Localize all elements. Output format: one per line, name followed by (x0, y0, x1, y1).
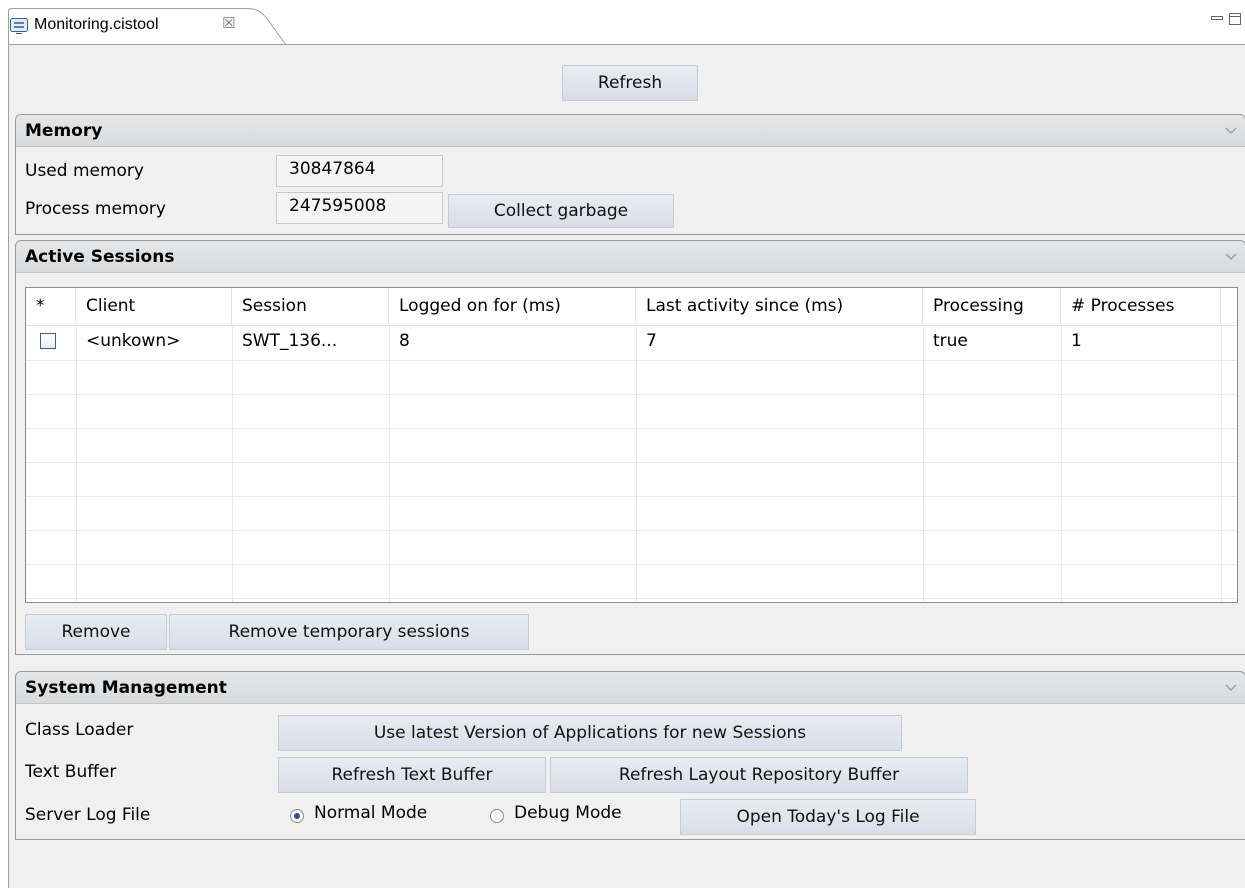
cell-session: SWT_136... (242, 331, 338, 351)
process-memory-label: Process memory (25, 199, 166, 219)
normal-mode-radio[interactable] (290, 809, 304, 823)
use-latest-version-button[interactable]: Use latest Version of Applications for n… (278, 715, 902, 751)
memory-section: Memory Used memory 30847864 Process memo… (15, 114, 1245, 235)
cell-last-activity: 7 (646, 331, 657, 351)
system-section-header[interactable]: System Management (16, 672, 1245, 704)
remove-temporary-sessions-button[interactable]: Remove temporary sessions (169, 614, 529, 650)
used-memory-label: Used memory (25, 161, 144, 181)
section-title: Memory (25, 121, 103, 141)
used-memory-value: 30847864 (276, 155, 443, 187)
column-header-last-activity[interactable]: Last activity since (ms) (636, 288, 923, 326)
process-memory-value: 247595008 (276, 192, 443, 224)
section-title: System Management (25, 678, 227, 698)
memory-section-header[interactable]: Memory (16, 115, 1245, 147)
close-icon[interactable]: ☒ (222, 14, 235, 32)
text-buffer-label: Text Buffer (25, 762, 117, 782)
normal-mode-label[interactable]: Normal Mode (314, 803, 427, 823)
table-header: * Client Session Logged on for (ms) Last… (26, 288, 1237, 326)
debug-mode-radio[interactable] (490, 809, 504, 823)
column-header-processes[interactable]: # Processes (1061, 288, 1221, 326)
column-header-session[interactable]: Session (232, 288, 389, 326)
section-title: Active Sessions (25, 247, 175, 267)
cell-client: <unkown> (86, 331, 181, 351)
collapse-twisty-icon[interactable] (1225, 253, 1237, 261)
class-loader-label: Class Loader (25, 720, 134, 740)
open-todays-log-button[interactable]: Open Today's Log File (680, 799, 976, 835)
editor-tab[interactable]: Monitoring.cistool ☒ (8, 8, 287, 46)
sessions-table[interactable]: * Client Session Logged on for (ms) Last… (25, 287, 1238, 603)
refresh-button[interactable]: Refresh (562, 65, 698, 101)
server-log-file-label: Server Log File (25, 805, 151, 825)
column-header-select[interactable]: * (26, 288, 76, 326)
editor-tab-bar: Monitoring.cistool ☒ (0, 0, 1245, 46)
system-management-section: System Management Class Loader Use lates… (15, 671, 1245, 840)
remove-button[interactable]: Remove (25, 614, 167, 650)
refresh-layout-repository-button[interactable]: Refresh Layout Repository Buffer (550, 757, 968, 793)
collect-garbage-button[interactable]: Collect garbage (448, 194, 674, 228)
maximize-icon[interactable] (1228, 12, 1242, 26)
cell-processes: 1 (1071, 331, 1082, 351)
column-header-processing[interactable]: Processing (923, 288, 1061, 326)
cell-logged-on: 8 (399, 331, 410, 351)
tab-title: Monitoring.cistool (34, 16, 159, 33)
column-header-client[interactable]: Client (76, 288, 232, 326)
editor-area: Refresh Memory Used memory 30847864 Proc… (8, 44, 1245, 888)
column-header-logged-on[interactable]: Logged on for (ms) (389, 288, 636, 326)
collapse-twisty-icon[interactable] (1225, 127, 1237, 135)
row-select-checkbox[interactable] (40, 333, 56, 349)
cell-processing: true (933, 331, 968, 351)
active-sessions-section: Active Sessions * Client Session Logged … (15, 240, 1245, 655)
minimize-icon[interactable] (1210, 12, 1224, 26)
editor-icon (10, 18, 28, 34)
sessions-section-header[interactable]: Active Sessions (16, 241, 1245, 273)
refresh-text-buffer-button[interactable]: Refresh Text Buffer (278, 757, 546, 793)
debug-mode-label[interactable]: Debug Mode (514, 803, 622, 823)
table-row[interactable]: <unkown> SWT_136... 8 7 true 1 (26, 326, 1237, 360)
collapse-twisty-icon[interactable] (1225, 684, 1237, 692)
